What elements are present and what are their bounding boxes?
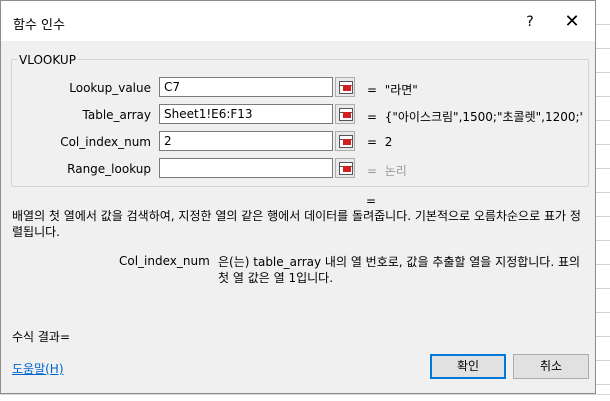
range-lookup-label: Range_lookup [67, 162, 151, 176]
range-lookup-result: = 논리 [367, 162, 407, 179]
range-lookup-input[interactable] [159, 158, 333, 178]
table-array-result-text: {"아이스크림",1500;"초콜렛",1200;"스 [384, 110, 583, 124]
lookup-value-input[interactable]: C7 [159, 77, 333, 97]
close-button[interactable]: ✕ [559, 10, 585, 34]
spreadsheet-bottom-strip [0, 394, 610, 401]
col-index-num-result-text: 2 [384, 135, 393, 149]
function-result-eq: = [366, 194, 377, 208]
lookup-value-result: = "라면" [367, 81, 418, 98]
arrow-icon [343, 112, 351, 118]
cancel-button[interactable]: 취소 [513, 354, 589, 379]
current-param-description: 은(는) table_array 내의 열 번호로, 값을 추출할 열을 지정합… [218, 255, 581, 285]
col-index-num-input[interactable]: 2 [159, 131, 333, 151]
lookup-value-collapse-button[interactable] [335, 77, 355, 97]
eq-sign: = [367, 83, 378, 97]
lookup-value-label: Lookup_value [69, 81, 151, 95]
function-arguments-dialog: 함수 인수 ? ✕ VLOOKUP Lookup_value C7 = "라면"… [0, 0, 596, 394]
help-button[interactable]: ? [518, 10, 542, 34]
eq-sign: = [367, 110, 378, 124]
function-description: 배열의 첫 열에서 값을 검색하여, 지정한 열의 같은 행에서 데이터를 돌려… [12, 209, 581, 239]
col-index-num-collapse-button[interactable] [335, 131, 355, 151]
table-array-label: Table_array [82, 108, 152, 122]
col-index-num-result: = 2 [367, 135, 392, 149]
ok-button[interactable]: 확인 [430, 354, 506, 379]
help-link[interactable]: 도움말(H) [12, 360, 64, 377]
spreadsheet-background [596, 0, 610, 401]
function-name: VLOOKUP [17, 53, 78, 67]
table-array-input[interactable]: Sheet1!E6:F13 [159, 104, 333, 124]
current-param-name: Col_index_num [119, 254, 210, 268]
lookup-value-result-text: "라면" [384, 83, 418, 97]
eq-sign: = [367, 164, 378, 178]
dialog-title: 함수 인수 [13, 18, 65, 33]
table-array-result: = {"아이스크림",1500;"초콜렛",1200;"스 [367, 108, 583, 125]
range-lookup-result-text: 논리 [384, 164, 407, 178]
arrow-icon [343, 166, 351, 172]
arrow-icon [343, 85, 351, 91]
arrow-icon [343, 139, 351, 145]
title-bar[interactable]: 함수 인수 ? ✕ [1, 1, 595, 41]
formula-result-label: 수식 결과= [12, 330, 71, 344]
col-index-num-label: Col_index_num [60, 135, 151, 149]
eq-sign: = [367, 135, 378, 149]
range-lookup-collapse-button[interactable] [335, 158, 355, 178]
table-array-collapse-button[interactable] [335, 104, 355, 124]
